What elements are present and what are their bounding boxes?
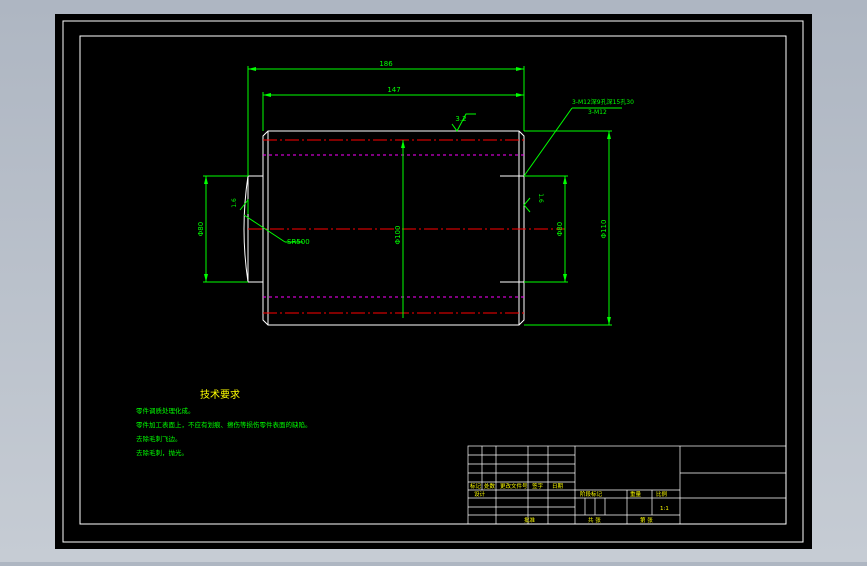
tech-requirement-item: 去除毛刺飞边。 — [136, 434, 182, 443]
tb-sheet: 第 张 — [640, 516, 653, 524]
tb-scale: 比例 — [656, 490, 668, 498]
tech-requirement-item: 去除毛刺，抛光。 — [136, 448, 188, 457]
dim-overall-length: 186 — [379, 60, 393, 68]
tb-designer: 设计 — [474, 490, 486, 498]
tb-stage-mark: 阶段标记 — [580, 490, 603, 498]
thread-note-1: 3-M12深9孔深15孔30 — [572, 98, 634, 106]
dim-left-diameter: Φ80 — [197, 222, 205, 236]
tb-approve: 批准 — [524, 516, 536, 524]
sphere-note: SR500 — [287, 238, 310, 246]
left-chamfer: 1.6 — [231, 198, 238, 208]
tb-mark: 标记 — [470, 482, 482, 490]
thread-note-2: 3-M12 — [588, 109, 607, 116]
dim-body-length: 147 — [387, 86, 400, 94]
tb-weight: 重量 — [630, 490, 642, 498]
dim-right-outer-diameter: Φ110 — [600, 220, 608, 239]
dim-outer-diameter: Φ100 — [394, 226, 402, 245]
tb-date: 日期 — [552, 483, 564, 490]
tech-requirements-title: 技术要求 — [200, 388, 240, 401]
tb-change-doc: 更改文件号 — [500, 482, 528, 490]
cad-viewport: 186 147 3.2 3-M12深9孔深15孔30 3-M12 Φ80 Φ10… — [0, 0, 867, 562]
dim-right-diameter: Φ80 — [556, 222, 564, 236]
right-chamfer: 1.6 — [537, 193, 544, 203]
tb-total: 共 张 — [588, 516, 601, 524]
tech-requirement-item: 零件调质处理化成。 — [136, 406, 195, 415]
tech-requirement-item: 零件加工表面上，不应有划痕、擦伤等损伤零件表面的缺陷。 — [136, 420, 312, 429]
roughness-value: 3.2 — [455, 115, 466, 123]
tb-scale-value: 1:1 — [660, 506, 669, 512]
tb-sign: 签字 — [532, 482, 544, 490]
drawing-canvas — [55, 14, 812, 549]
tb-count: 处数 — [484, 482, 496, 490]
